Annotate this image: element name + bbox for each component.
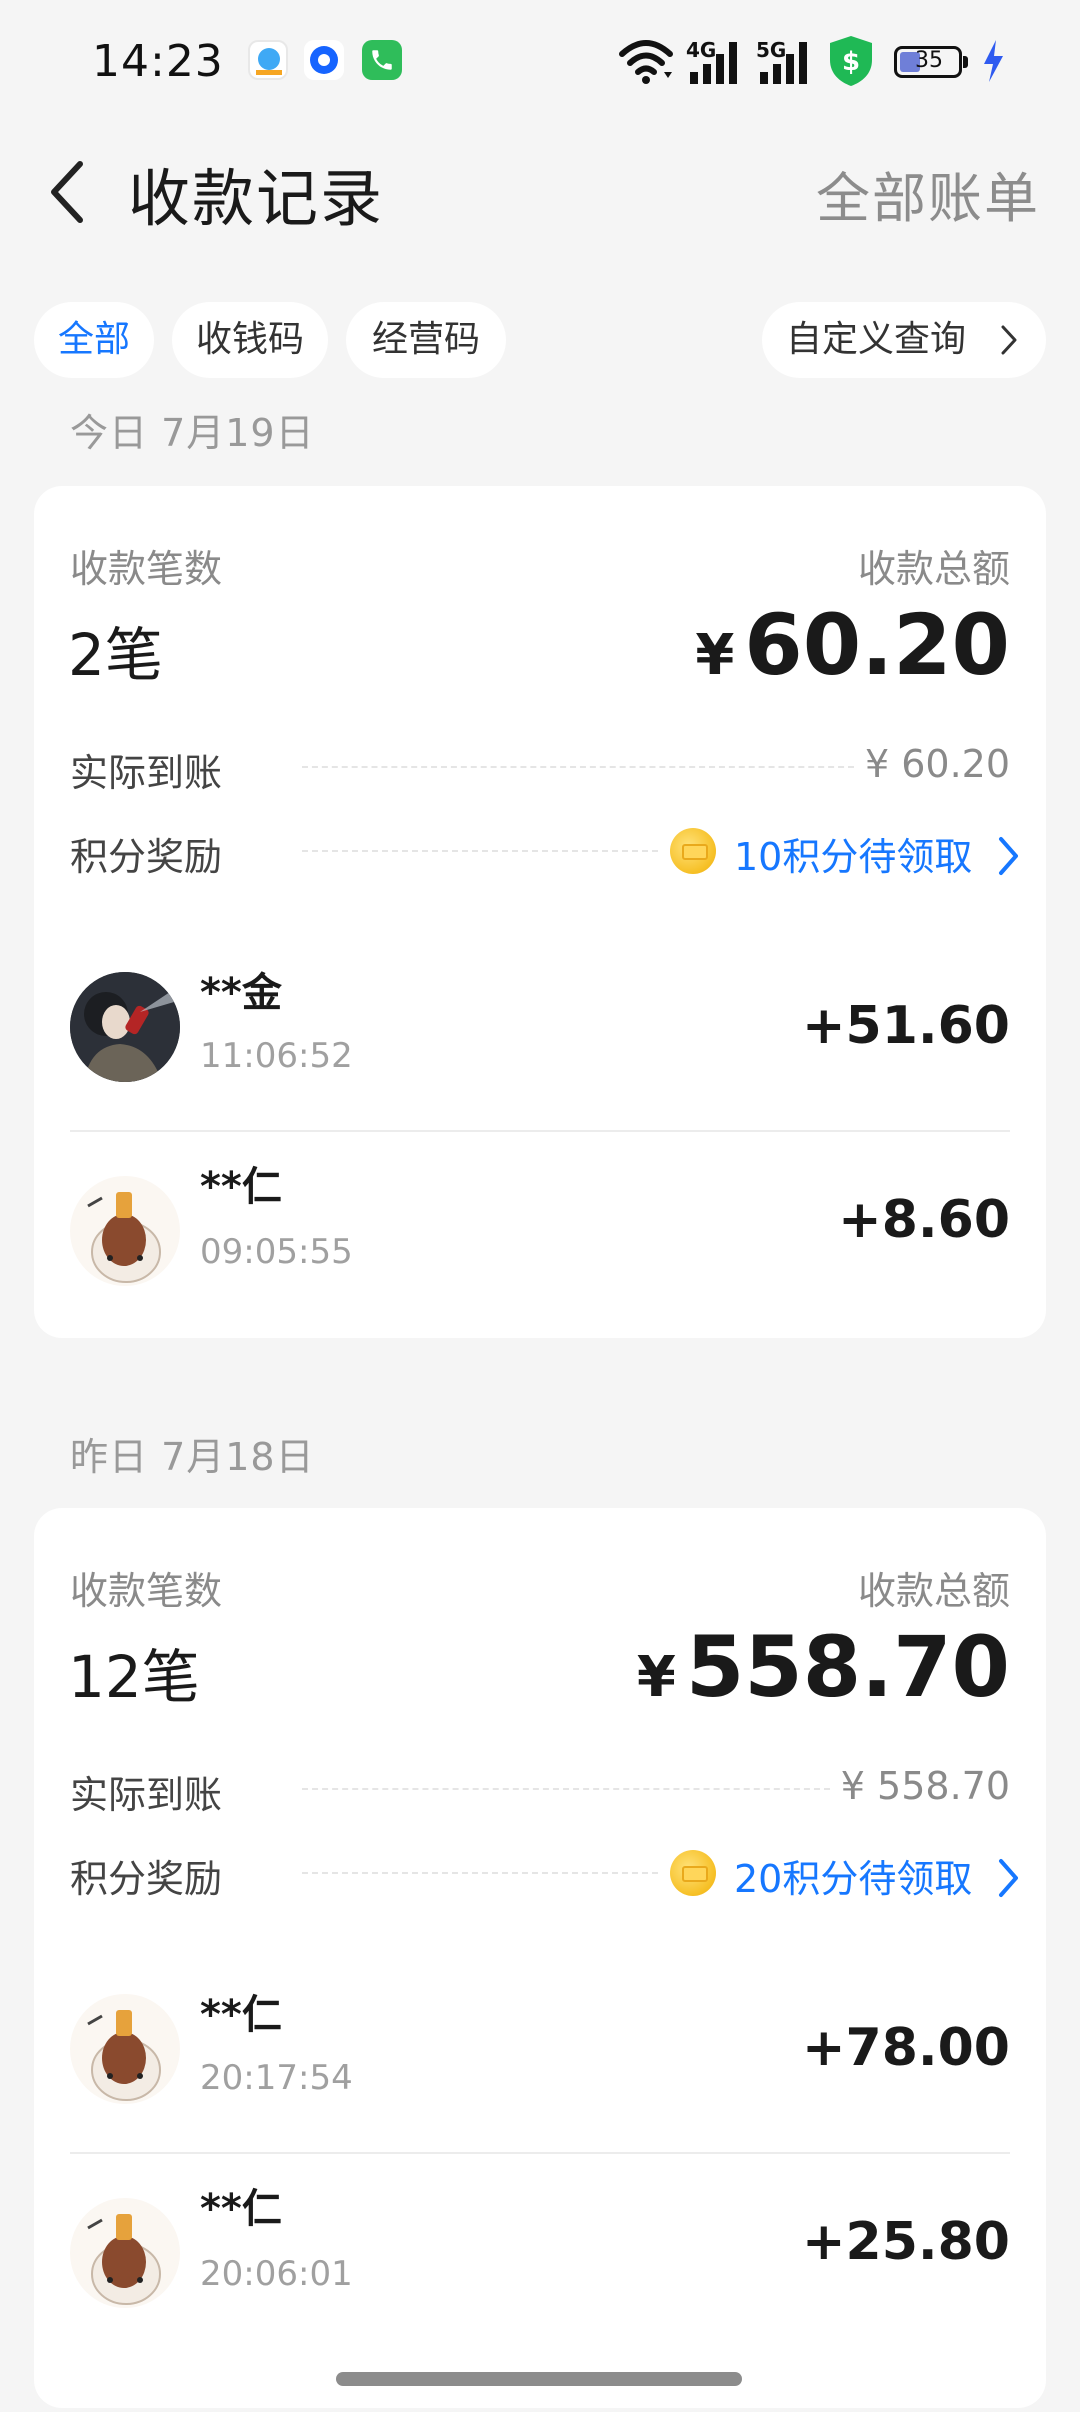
transaction-time: 20:17:54 <box>200 2058 353 2098</box>
svg-text:$: $ <box>842 47 860 77</box>
avatar <box>70 2198 180 2308</box>
payer-name: **仁 <box>200 1164 282 1210</box>
transaction-time: 20:06:01 <box>200 2254 353 2294</box>
actual-received-label: 实际到账 <box>70 1773 223 1817</box>
transaction-amount: +25.80 <box>801 2212 1010 2272</box>
status-bar: 14:23 4G 5G $ 35 <box>0 0 1080 120</box>
transaction-row[interactable]: **仁 20:06:01 +25.80 <box>34 2154 1046 2358</box>
total-label: 收款总额 <box>857 1569 1010 1613</box>
transaction-amount: +8.60 <box>838 1190 1010 1250</box>
custom-query-button[interactable]: 自定义查询 <box>762 302 1046 378</box>
points-reward-label: 积分奖励 <box>70 835 223 879</box>
dashed-divider <box>302 1788 830 1790</box>
total-amount-value: 60.20 <box>744 596 1010 694</box>
avatar <box>70 1176 180 1286</box>
chevron-right-icon[interactable] <box>996 834 1022 878</box>
coin-icon <box>670 1850 716 1896</box>
phone-notification-icon <box>362 40 402 80</box>
chevron-right-icon[interactable] <box>996 1856 1022 1900</box>
currency-symbol: ¥ <box>695 623 735 688</box>
total-label: 收款总额 <box>857 547 1010 591</box>
app-notification-icon <box>248 40 288 80</box>
points-reward-label: 积分奖励 <box>70 1857 223 1901</box>
transaction-time: 09:05:55 <box>200 1232 353 1272</box>
payment-records-screen: 14:23 4G 5G $ 35 收款记录 全部账单 全部 收钱码 经营码 自定… <box>0 0 1080 2412</box>
dashed-divider <box>302 850 658 852</box>
total-amount-value: 558.70 <box>685 1618 1010 1716</box>
payer-name: **仁 <box>200 1992 282 2038</box>
points-reward-link[interactable]: 10积分待领取 <box>734 826 972 881</box>
transaction-amount: +78.00 <box>801 2018 1010 2078</box>
home-indicator[interactable] <box>336 2372 742 2386</box>
battery-level: 35 <box>915 48 943 73</box>
dashed-divider <box>302 1872 658 1874</box>
transaction-count: 12笔 <box>68 1643 200 1711</box>
dashed-divider <box>302 766 854 768</box>
total-amount: ¥60.20 <box>695 596 1010 694</box>
transaction-amount: +51.60 <box>801 996 1010 1056</box>
charging-icon <box>984 40 1003 82</box>
actual-received-label: 实际到账 <box>70 751 223 795</box>
filter-chip-payment-code[interactable]: 收钱码 <box>172 302 328 378</box>
transaction-count: 2笔 <box>68 621 163 689</box>
avatar <box>70 972 180 1082</box>
filter-bar: 全部 收钱码 经营码 自定义查询 <box>0 302 1080 378</box>
currency-symbol: ¥ <box>636 1645 676 1710</box>
daily-summary-card: 收款笔数 收款总额 2笔 ¥60.20 实际到账 ¥ 60.20 积分奖励 10… <box>34 486 1046 1338</box>
chevron-right-icon <box>1001 325 1017 355</box>
transaction-time: 11:06:52 <box>200 1036 353 1076</box>
payer-name: **仁 <box>200 2186 282 2232</box>
actual-received-value: ¥ 558.70 <box>840 1764 1010 1808</box>
signal-4g-icon: 4G <box>686 34 744 88</box>
wifi-icon <box>619 40 673 84</box>
payer-name: **金 <box>200 970 282 1016</box>
custom-query-label: 自定义查询 <box>786 319 967 360</box>
count-label: 收款笔数 <box>70 547 223 591</box>
day-label-today: 今日 7月19日 <box>70 411 315 455</box>
total-amount: ¥558.70 <box>637 1618 1010 1716</box>
navigation-bar: 收款记录 全部账单 <box>0 130 1080 250</box>
filter-chip-business-code[interactable]: 经营码 <box>346 302 506 378</box>
actual-received-value: ¥ 60.20 <box>864 742 1010 786</box>
points-reward-link[interactable]: 20积分待领取 <box>734 1848 972 1903</box>
chat-notification-icon <box>304 40 344 80</box>
day-label-yesterday: 昨日 7月18日 <box>70 1435 315 1479</box>
all-bills-link[interactable]: 全部账单 <box>816 154 1040 233</box>
battery-icon: 35 <box>894 34 968 88</box>
coin-icon <box>670 828 716 874</box>
daily-summary-card: 收款笔数 收款总额 12笔 ¥558.70 实际到账 ¥ 558.70 积分奖励… <box>34 1508 1046 2408</box>
back-arrow-icon[interactable] <box>44 160 94 224</box>
avatar <box>70 1994 180 2104</box>
filter-chip-all[interactable]: 全部 <box>34 302 154 378</box>
page-title: 收款记录 <box>128 162 385 235</box>
transaction-row[interactable]: **仁 09:05:55 +8.60 <box>34 1132 1046 1336</box>
transaction-row[interactable]: **仁 20:17:54 +78.00 <box>34 1948 1046 2152</box>
status-time: 14:23 <box>92 36 224 87</box>
security-shield-icon: $ <box>830 36 872 86</box>
count-label: 收款笔数 <box>70 1569 223 1613</box>
signal-5g-icon: 5G <box>756 34 814 88</box>
transaction-row[interactable]: **金 11:06:52 +51.60 <box>34 926 1046 1130</box>
